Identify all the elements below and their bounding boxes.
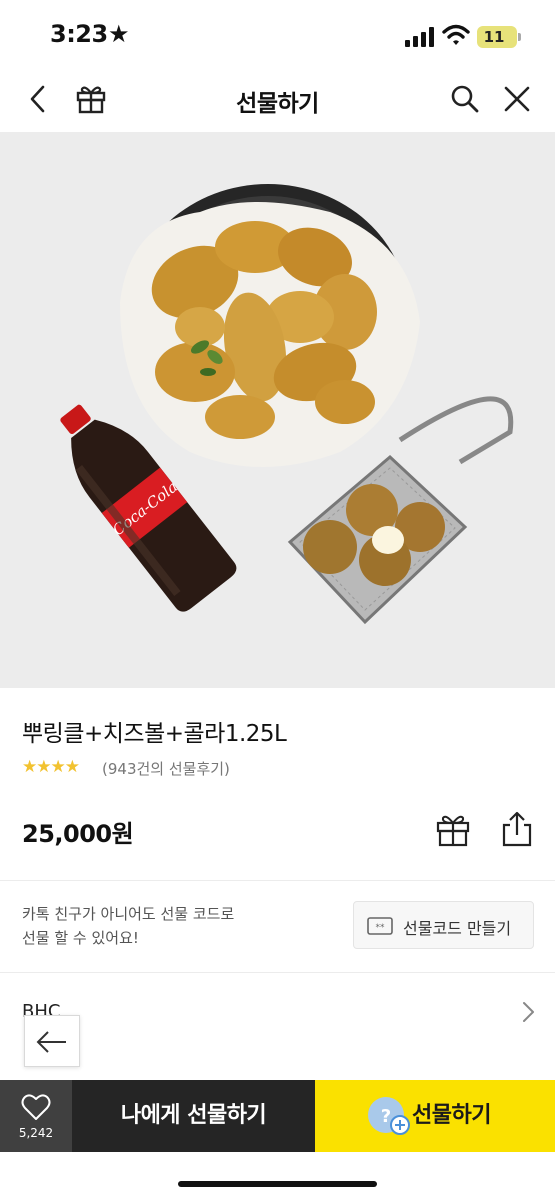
chevron-right-icon <box>523 1002 534 1022</box>
floating-back-button[interactable] <box>24 1015 80 1067</box>
svg-text:**: ** <box>376 923 386 933</box>
status-bar: 3:23 ★ 11 <box>0 0 555 66</box>
home-indicator[interactable] <box>178 1181 377 1187</box>
product-name: 뿌링클+치즈볼+콜라1.25L <box>22 721 287 747</box>
create-gift-code-label: 선물코드 만들기 <box>403 919 512 938</box>
star-icon: ★ <box>108 20 130 48</box>
share-icon[interactable] <box>498 809 536 849</box>
product-image: Coca-Cola <box>0 132 555 688</box>
signal-icon <box>405 27 434 47</box>
battery-indicator: 11 <box>477 26 517 48</box>
review-count[interactable]: (943건의 선물후기) <box>102 758 230 779</box>
status-time: 3:23 <box>50 20 108 48</box>
chicken-basket-image <box>120 184 420 467</box>
gift-to-myself-button[interactable]: 나에게 선물하기 <box>72 1080 315 1152</box>
battery-level: 11 <box>483 28 505 46</box>
wifi-icon <box>442 24 470 45</box>
create-gift-code-button[interactable]: ** 선물코드 만들기 <box>353 901 534 949</box>
bottom-action-bar: 5,242 나에게 선물하기 ? 선물하기 <box>0 1080 555 1152</box>
close-icon[interactable] <box>500 82 534 116</box>
gift-button[interactable]: ? 선물하기 <box>315 1080 555 1152</box>
arrow-left-icon <box>36 1031 66 1053</box>
home-indicator-area <box>0 1152 555 1200</box>
divider <box>0 880 555 881</box>
divider <box>0 972 555 973</box>
gift-icon[interactable] <box>434 811 472 849</box>
gift-button-label: 선물하기 <box>412 1103 491 1128</box>
gift-code-notice-line1: 카톡 친구가 아니어도 선물 코드로 <box>22 905 235 923</box>
gift-code-notice: 카톡 친구가 아니어도 선물 코드로 선물 할 수 있어요! <box>22 902 322 950</box>
friend-add-icon: ? <box>368 1097 410 1135</box>
like-count: 5,242 <box>18 1126 54 1140</box>
brand-row[interactable]: BHC <box>0 975 555 1080</box>
rating-stars: ★★★★ <box>22 757 80 777</box>
search-icon[interactable] <box>448 82 482 116</box>
gift-code-notice-line2: 선물 할 수 있어요! <box>22 929 139 947</box>
header: 선물하기 <box>0 66 555 132</box>
svg-text:?: ? <box>381 1106 391 1127</box>
like-button[interactable]: 5,242 <box>0 1080 72 1152</box>
ticket-icon: ** <box>367 917 393 935</box>
product-price: 25,000원 <box>22 820 134 848</box>
heart-icon <box>21 1094 51 1120</box>
battery-cap <box>518 33 521 41</box>
